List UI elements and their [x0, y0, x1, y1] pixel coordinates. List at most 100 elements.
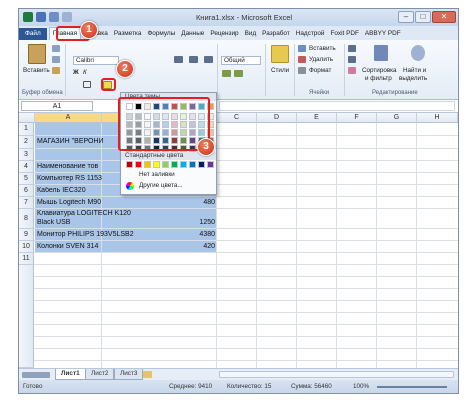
- row-header-10[interactable]: 10: [19, 241, 34, 253]
- column-header-e[interactable]: E: [297, 113, 337, 123]
- find-select-label-2[interactable]: выделить: [399, 75, 427, 82]
- clear-icon[interactable]: [348, 67, 356, 74]
- standard-color-swatch[interactable]: [180, 161, 187, 168]
- currency-icon[interactable]: [222, 70, 231, 77]
- column-header-a[interactable]: A: [35, 113, 102, 123]
- sheet-tab-3[interactable]: Лист3: [114, 369, 144, 380]
- tab-view[interactable]: Вид: [242, 28, 260, 40]
- sheet-nav-arrows[interactable]: [22, 372, 50, 378]
- find-select-label-1[interactable]: Найти и: [403, 67, 426, 74]
- row-header-1[interactable]: 1: [19, 123, 34, 136]
- tab-review[interactable]: Рецензир: [207, 28, 241, 40]
- sheet-tab-2[interactable]: Лист2: [85, 369, 115, 380]
- copy-icon[interactable]: [52, 56, 60, 63]
- paste-icon[interactable]: [28, 44, 46, 64]
- fill-icon[interactable]: [348, 56, 356, 63]
- tab-addins[interactable]: Надстрой: [293, 28, 328, 40]
- autosum-icon[interactable]: [348, 45, 356, 52]
- zoom-level[interactable]: 100%: [353, 383, 369, 390]
- no-fill-option[interactable]: Нет заливки: [139, 171, 175, 178]
- cell-a4[interactable]: Наименование тов: [37, 163, 119, 170]
- format-cells-button[interactable]: Формат: [309, 67, 331, 74]
- tab-page-layout[interactable]: Разметка: [111, 28, 145, 40]
- column-header-c[interactable]: C: [217, 113, 257, 123]
- cut-icon[interactable]: [52, 45, 60, 52]
- row-header-9[interactable]: 9: [19, 229, 34, 241]
- standard-color-swatch[interactable]: [189, 161, 196, 168]
- cell-a6[interactable]: Кабель IEC320: [37, 187, 119, 194]
- maximize-button[interactable]: □: [415, 11, 431, 23]
- tab-file[interactable]: Файл: [19, 28, 47, 40]
- more-colors-option[interactable]: Другие цвета...: [139, 182, 183, 189]
- cell-a5[interactable]: Компьютер RS 1153: [37, 175, 119, 182]
- insert-cells-button[interactable]: Вставить: [309, 45, 336, 52]
- close-button[interactable]: ✕: [432, 11, 456, 23]
- bold-button[interactable]: Ж: [73, 69, 79, 76]
- cell-b10[interactable]: 420: [169, 243, 215, 250]
- cell-b9[interactable]: 4380: [169, 231, 215, 238]
- styles-icon[interactable]: [271, 45, 289, 63]
- row-header-6[interactable]: 6: [19, 185, 34, 197]
- row-header-3[interactable]: 3: [19, 149, 34, 161]
- sheet-tab-1[interactable]: Лист1: [55, 369, 86, 380]
- horizontal-scrollbar[interactable]: [219, 371, 454, 378]
- cell-a8-line2[interactable]: Black USB: [37, 219, 119, 226]
- find-select-icon[interactable]: [411, 45, 425, 61]
- font-name-select[interactable]: Calibri: [73, 56, 119, 65]
- row-header-4[interactable]: 4: [19, 161, 34, 173]
- tab-developer[interactable]: Разработ: [259, 28, 293, 40]
- cell-a7[interactable]: Мышь Logitech M90: [37, 199, 147, 206]
- delete-cells-button[interactable]: Удалить: [309, 56, 333, 63]
- new-sheet-icon[interactable]: [143, 371, 152, 378]
- cell-b8[interactable]: 1250: [169, 219, 215, 226]
- column-header-h[interactable]: H: [417, 113, 458, 123]
- redo-icon[interactable]: [62, 12, 72, 22]
- standard-color-swatch[interactable]: [162, 161, 169, 168]
- column-header-f[interactable]: F: [337, 113, 377, 123]
- select-all-corner[interactable]: [19, 113, 35, 123]
- borders-icon[interactable]: [83, 81, 91, 88]
- cell-a8-line1[interactable]: Клавиатура LOGITECH K120: [37, 210, 167, 217]
- cell-b7[interactable]: 480: [169, 199, 215, 206]
- standard-color-swatch[interactable]: [135, 161, 142, 168]
- row-header-11[interactable]: 11: [19, 253, 34, 265]
- tab-abbyy[interactable]: ABBYY PDF: [362, 28, 404, 40]
- italic-button[interactable]: К: [83, 69, 87, 76]
- percent-icon[interactable]: [234, 70, 243, 77]
- standard-color-swatch[interactable]: [126, 161, 133, 168]
- number-format-select[interactable]: Общий: [221, 56, 261, 65]
- standard-color-swatch[interactable]: [171, 161, 178, 168]
- align-center-icon[interactable]: [189, 56, 198, 63]
- align-top-icon[interactable]: [174, 56, 183, 63]
- delete-cells-icon[interactable]: [298, 56, 306, 63]
- format-painter-icon[interactable]: [52, 67, 60, 74]
- standard-color-swatch[interactable]: [207, 161, 214, 168]
- standard-color-swatch[interactable]: [144, 161, 151, 168]
- sort-filter-icon[interactable]: [374, 45, 388, 61]
- row-header-7[interactable]: 7: [19, 197, 34, 209]
- name-box[interactable]: A1: [21, 101, 93, 111]
- column-header-d[interactable]: D: [257, 113, 297, 123]
- cell-a10[interactable]: Колонки SVEN 314: [37, 243, 147, 250]
- row-header-2[interactable]: 2: [19, 136, 34, 149]
- standard-color-swatch[interactable]: [153, 161, 160, 168]
- wrap-text-icon[interactable]: [204, 56, 213, 63]
- styles-button[interactable]: Стили: [271, 67, 289, 74]
- tab-data[interactable]: Данные: [178, 28, 207, 40]
- spreadsheet-grid[interactable]: A B C D E F G H 1 2 3 4 5 6 7 8 9 10 11 …: [19, 113, 458, 368]
- tab-formulas[interactable]: Формулы: [144, 28, 178, 40]
- zoom-slider[interactable]: [377, 386, 447, 388]
- row-header-5[interactable]: 5: [19, 173, 34, 185]
- standard-color-swatch[interactable]: [198, 161, 205, 168]
- format-cells-icon[interactable]: [298, 67, 306, 74]
- cell-a2[interactable]: МАГАЗИН "ВЕРОНИ: [37, 138, 119, 145]
- tab-foxit[interactable]: Foxit PDF: [327, 28, 361, 40]
- column-header-g[interactable]: G: [377, 113, 417, 123]
- sort-filter-label-1[interactable]: Сортировка: [362, 67, 397, 74]
- insert-cells-icon[interactable]: [298, 45, 306, 52]
- undo-icon[interactable]: [49, 12, 59, 22]
- formula-input[interactable]: [219, 101, 455, 111]
- save-icon[interactable]: [36, 12, 46, 22]
- row-header-8[interactable]: 8: [19, 209, 34, 229]
- sort-filter-label-2[interactable]: и фильтр: [365, 75, 392, 82]
